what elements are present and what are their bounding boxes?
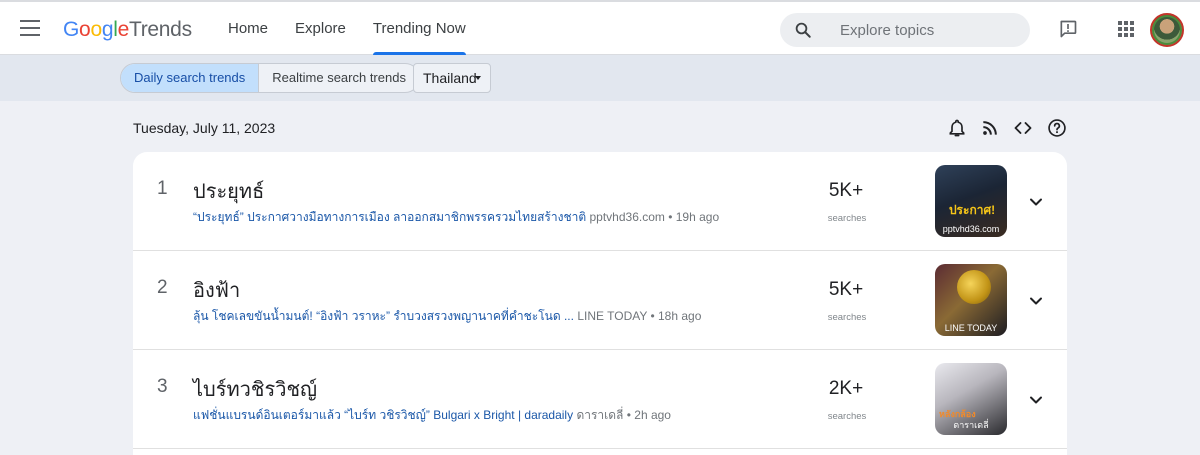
country-select-value: Thailand (423, 70, 477, 86)
search-icon[interactable] (794, 21, 812, 39)
thumbnail-caption: ประกาศ! (948, 203, 996, 217)
feedback-icon[interactable] (1058, 19, 1078, 39)
thumbnail-image (957, 270, 991, 304)
expand-chevron-icon[interactable] (1028, 194, 1044, 210)
article-link[interactable]: แฟชั่นแบรนด์อินเตอร์มาแล้ว “ไบร์ท วชิรวิ… (193, 408, 573, 422)
apps-icon[interactable] (1118, 21, 1134, 37)
trend-type-toggle: Daily search trends Realtime search tren… (120, 63, 420, 93)
search-input[interactable] (840, 20, 1020, 40)
help-icon[interactable] (1047, 118, 1067, 138)
search-count: 5K+ (828, 180, 864, 201)
article-source-time: ดาราเดลี่ • 2h ago (576, 408, 671, 422)
search-count: 2K+ (828, 378, 864, 399)
caret-down-icon (475, 76, 481, 80)
trend-article: แฟชั่นแบรนด์อินเตอร์มาแล้ว “ไบร์ท วชิรวิ… (193, 406, 671, 425)
nav-home[interactable]: Home (228, 2, 268, 55)
search-count-label: searches (827, 312, 867, 323)
trend-title[interactable]: อิงฟ้า (193, 274, 240, 306)
trend-title[interactable]: ไบร์ทวชิรวิชญ์ (193, 373, 317, 405)
trend-row[interactable]: 1 ประยุทธ์ “ประยุทธ์” ประกาศวางมือทางการ… (133, 152, 1067, 251)
thumbnail-source: pptvhd36.com (942, 224, 1000, 234)
thumbnail-source: LINE TODAY (944, 323, 998, 333)
trend-rank: 3 (157, 376, 168, 397)
trend-rank: 2 (157, 277, 168, 298)
expand-chevron-icon[interactable] (1028, 392, 1044, 408)
notifications-icon[interactable] (947, 118, 967, 138)
trend-article: “ประยุทธ์” ประกาศวางมือทางการเมือง ลาออก… (193, 208, 719, 227)
tab-realtime-search-trends[interactable]: Realtime search trends (259, 64, 419, 92)
avatar[interactable] (1150, 13, 1184, 47)
nav-trending-now[interactable]: Trending Now (372, 2, 466, 55)
search-count-label: searches (827, 213, 867, 224)
thumbnail-source: ดาราเดลี่ (953, 420, 989, 430)
menu-icon[interactable] (20, 20, 40, 36)
trend-thumbnail[interactable]: หลังกล้อง ดาราเดลี่ (935, 363, 1007, 435)
article-link[interactable]: “ประยุทธ์” ประกาศวางมือทางการเมือง ลาออก… (193, 210, 586, 224)
top-app-bar: GoogleTrends Home Explore Trending Now (0, 0, 1200, 55)
trend-title[interactable]: ประยุทธ์ (193, 175, 264, 207)
trend-article: ลุ้น โชคเลขขันน้ำมนต์! “อิงฟ้า วราหะ” รำ… (193, 307, 701, 326)
country-select[interactable]: Thailand (413, 63, 491, 93)
search-count: 5K+ (828, 279, 864, 300)
google-trends-logo[interactable]: GoogleTrends (63, 18, 192, 42)
rss-icon[interactable] (980, 118, 1000, 138)
main-nav: Home Explore Trending Now (228, 2, 493, 55)
trends-date: Tuesday, July 11, 2023 (133, 120, 276, 136)
expand-chevron-icon[interactable] (1028, 293, 1044, 309)
trend-type-bar: Daily search trends Realtime search tren… (0, 55, 1200, 101)
search-count-label: searches (827, 411, 867, 422)
daily-trends-list: 1 ประยุทธ์ “ประยุทธ์” ประกาศวางมือทางการ… (133, 152, 1067, 455)
trend-thumbnail[interactable]: LINE TODAY (935, 264, 1007, 336)
nav-explore[interactable]: Explore (295, 2, 346, 55)
trend-row[interactable]: 3 ไบร์ทวชิรวิชญ์ แฟชั่นแบรนด์อินเตอร์มาแ… (133, 350, 1067, 449)
tab-daily-search-trends[interactable]: Daily search trends (121, 64, 260, 92)
trend-rank: 1 (157, 178, 168, 199)
search-box[interactable] (780, 13, 1030, 47)
article-source-time: LINE TODAY • 18h ago (577, 309, 702, 323)
trend-row[interactable]: 2 อิงฟ้า ลุ้น โชคเลขขันน้ำมนต์! “อิงฟ้า … (133, 251, 1067, 350)
embed-code-icon[interactable] (1013, 118, 1033, 138)
article-link[interactable]: ลุ้น โชคเลขขันน้ำมนต์! “อิงฟ้า วราหะ” รำ… (193, 309, 574, 323)
article-source-time: pptvhd36.com • 19h ago (589, 210, 720, 224)
trend-thumbnail[interactable]: ประกาศ! pptvhd36.com (935, 165, 1007, 237)
